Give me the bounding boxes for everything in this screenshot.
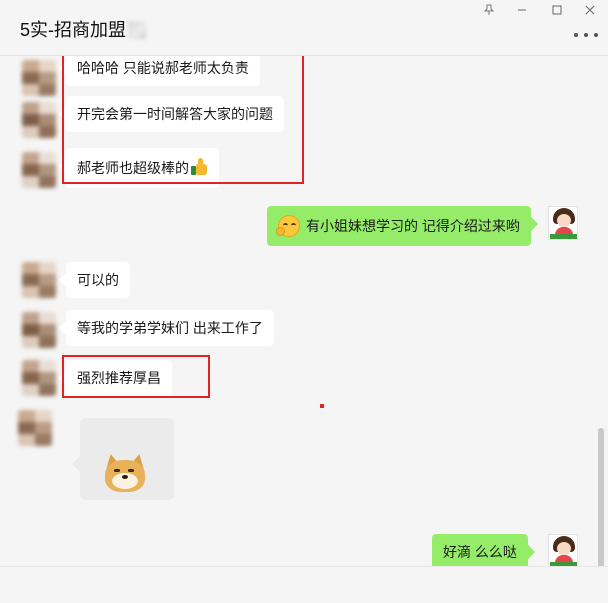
message-text: 开完会第一时间解答大家的问题 [77,106,273,122]
message-text: 好滴 么么哒 [443,544,517,560]
message-bubble[interactable]: 可以的 [66,262,130,298]
title-blurred-icon [128,21,147,39]
message-bubble-self[interactable]: 有小姐妹想学习的 记得介绍过来哟 [267,206,531,246]
self-avatar[interactable] [548,206,578,240]
self-avatar[interactable] [548,534,578,566]
message-text: 有小姐妹想学习的 记得介绍过来哟 [306,218,520,234]
contact-avatar[interactable] [22,60,56,96]
message-bubble[interactable]: 郝老师也超级棒的 [66,148,219,188]
contact-avatar[interactable] [18,410,52,446]
message-text: 哈哈哈 只能说郝老师太负责 [77,60,249,76]
message-text: 可以的 [77,272,119,288]
scrollbar[interactable] [598,428,604,566]
message-bubble[interactable]: 等我的学弟学妹们 出来工作了 [66,310,274,346]
message-text: 郝老师也超级棒的 [77,160,189,176]
maximize-icon[interactable] [542,0,572,20]
message-bubble[interactable]: 开完会第一时间解答大家的问题 [66,96,284,132]
more-dots-icon[interactable] [574,28,598,42]
contact-avatar[interactable] [22,360,56,396]
contact-avatar[interactable] [22,262,56,298]
close-icon[interactable] [575,0,605,20]
sticker-message[interactable] [72,418,174,500]
contact-avatar[interactable] [22,102,56,138]
doge-sticker-icon [102,452,148,494]
contact-avatar[interactable] [22,312,56,348]
pin-icon[interactable] [474,0,504,20]
message-text: 等我的学弟学妹们 出来工作了 [77,320,263,336]
chat-message-area[interactable]: 哈哈哈 只能说郝老师太负责 开完会第一时间解答大家的问题 郝老师也超级棒的 可以… [0,56,608,566]
contact-avatar[interactable] [22,152,56,188]
message-bubble[interactable]: 哈哈哈 只能说郝老师太负责 [66,56,260,86]
message-input-area[interactable] [0,566,608,603]
thinking-face-icon [276,215,300,237]
title-bar: 5实-招商加盟 [0,0,608,56]
red-marker [320,404,324,408]
chat-title: 5实-招商加盟 [20,16,147,42]
thumbs-up-icon [190,158,208,176]
message-text: 强烈推荐厚昌 [77,370,161,386]
minimize-icon[interactable] [507,0,537,20]
message-bubble[interactable]: 强烈推荐厚昌 [66,360,172,396]
message-bubble-self[interactable]: 好滴 么么哒 [432,534,528,566]
